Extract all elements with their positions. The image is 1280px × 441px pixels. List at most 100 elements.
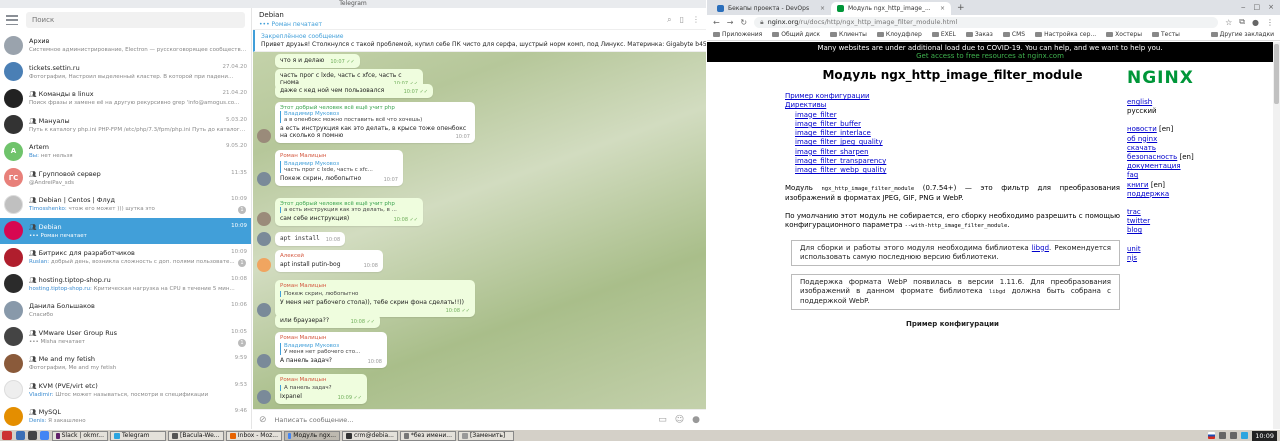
taskbar-window-button[interactable]: Inbox - Moz... [226,430,282,441]
chat-header[interactable]: Debian ••• Роман печатает ⌕ ▯ ⋮ [253,8,706,30]
avatar[interactable] [257,390,271,404]
docs-link[interactable]: документация [1127,162,1181,170]
telegram-tray-icon[interactable] [1241,432,1249,439]
taskbar-window-button[interactable]: [Заменить] [458,430,514,441]
search-input[interactable] [26,12,245,28]
chat-list-item[interactable]: A Artem 9.05.20 Вы: нет нельзя [0,138,251,165]
support-link[interactable]: поддержка [1127,190,1169,198]
reply-preview[interactable]: Владимир Муковоз часть прог с lxde, часть… [280,161,398,173]
chat-list-item[interactable]: Архив Системное администрирование, Electr… [0,32,251,59]
toc-directive-link[interactable]: image_filter_buffer [795,120,1120,129]
bookmark-item[interactable]: CMS [1002,31,1025,38]
message-bubble[interactable]: Роман Малицын А панель задач? Ixpanel 10:09… [275,374,367,404]
chat-list-item[interactable]: 👥︎ MySQL 9:46 Denis: Я закашлено [0,403,251,429]
toc-directive-link[interactable]: image_filter_transparency [795,157,1120,166]
nginx-logo[interactable]: NGINX [1127,68,1267,88]
libgd-link[interactable]: libgd [1032,244,1049,252]
message-bubble[interactable]: даже с кед ной чем пользовался 10:07 ✓✓ [275,84,433,98]
taskbar-window-button[interactable]: [Bacula-We... [168,430,224,441]
toc-example-link[interactable]: Пример конфигурации [785,92,1120,101]
emoji-icon[interactable]: ☺ [675,415,684,425]
chat-list-item[interactable]: 👥︎ Битрикс для разработчиков 10:09 Ruslan: … [0,244,251,271]
bookmark-item[interactable]: EXEL [931,31,956,38]
chat-list-item[interactable]: ГС 👥︎ Групповой сервер 11:35 @AndreiPav_sds [0,165,251,192]
reply-preview[interactable]: А панель задач? [280,385,362,391]
unit-link[interactable]: unit [1127,245,1141,253]
chat-list-item[interactable]: 👥︎ hosting.tiptop-shop.ru 10:08 hosting.tip… [0,271,251,298]
toc-directives-link[interactable]: Директивы [785,101,1120,110]
taskbar-window-button[interactable]: Slack | okmr... [52,430,108,441]
back-icon[interactable]: ← [713,18,720,27]
pinned-message[interactable]: Закреплённое сообщение Привет друзья! Ст… [253,30,706,52]
page-scrollbar[interactable] [1273,42,1280,429]
chat-list-item[interactable]: 👥︎ Команды в linux 21.04.20 Поиск фразы и з… [0,85,251,112]
toc-directive-link[interactable]: image_filter_interlace [795,129,1120,138]
reply-preview[interactable]: Владимир Муковоз а в опенбокс можно поста… [280,111,470,123]
news-link[interactable]: новости [1127,125,1157,133]
message-input[interactable] [274,415,651,424]
attach-icon[interactable]: ⊘ [259,415,267,425]
chat-list-item[interactable]: 👥︎ KVM (PVE/virt etc) 9:53 Vladimir: Штос м… [0,377,251,404]
keyboard-layout-icon[interactable] [1208,432,1216,439]
microphone-icon[interactable]: ● [692,415,700,425]
bookmark-item[interactable]: Клиенты [830,31,867,38]
message-bubble[interactable]: Алексей apt install putin-bog 10:08 [275,250,383,272]
sidebar-toggle-icon[interactable]: ▯ [680,15,684,25]
start-menu-icon[interactable] [2,431,12,440]
chat-list-item[interactable]: 👥︎ Debian 10:09 ••• Роман печатает [0,217,251,244]
forward-icon[interactable]: → [727,18,734,27]
maximize-icon[interactable]: □ [1254,3,1261,11]
covid-link[interactable]: Get access to free resources at nginx.co… [916,52,1064,60]
avatar[interactable] [257,129,271,143]
browser-launcher-icon[interactable] [40,431,49,440]
chat-list-item[interactable]: 👥︎ Me and my fetish 9:59 Фотография, Me and… [0,350,251,377]
chat-list-item[interactable]: Данила Большаков 10:06 Спасибо [0,297,251,324]
bookmark-item[interactable]: Тесты [1151,31,1180,38]
menu-icon[interactable] [6,15,18,25]
lock-icon[interactable]: 🔒︎ [760,18,763,27]
message-bubble[interactable]: Роман Малицын Покеж скрин, любопытно У мен… [275,280,475,317]
extensions-icon[interactable]: ⧉ [1239,17,1245,27]
bookmark-item[interactable]: Общий диск [772,31,820,38]
close-icon[interactable]: × [1268,3,1274,11]
chat-list-item[interactable]: tickets.settin.ru 27.04.20 Фотография, Нас… [0,59,251,86]
taskbar-window-button[interactable]: crm@debia... [342,430,398,441]
bookmark-item[interactable]: Приложения [713,31,762,38]
reply-preview[interactable]: а есть инструкция как это делать, в ... [280,207,418,213]
trac-link[interactable]: trac [1127,208,1141,216]
message-bubble[interactable]: Роман Малицын Владимир Муковоз часть прог … [275,150,403,186]
tab-close-icon[interactable]: × [940,5,945,12]
message-bubble[interactable]: что я и делаю 10:07 ✓✓ [275,54,360,68]
about-link[interactable]: об nginx [1127,135,1157,143]
message-bubble[interactable]: Роман Малицын Владимир Муковоз У меня нет … [275,332,387,368]
avatar[interactable] [257,212,271,226]
faq-link[interactable]: faq [1127,171,1138,179]
avatar[interactable] [257,172,271,186]
star-icon[interactable]: ☆ [1225,18,1232,27]
chat-list-item[interactable]: 👥︎ Мануалы 5.03.20 Путь к каталогу php.ini … [0,112,251,139]
message-bubble[interactable]: Этот добрый человек всё ещё учит php Влад… [275,102,475,143]
browser-tab[interactable]: Бекапы проекта - DevOps × [711,2,831,15]
download-link[interactable]: скачать [1127,144,1156,152]
bookmark-item[interactable]: Хостеры [1106,31,1142,38]
bookmark-item[interactable]: Заказ [965,31,993,38]
more-icon[interactable]: ⋮ [692,15,700,25]
terminal-launcher-icon[interactable] [28,431,37,440]
books-link[interactable]: книги [1127,181,1149,189]
file-manager-launcher-icon[interactable] [16,431,25,440]
message-bubble[interactable]: или браузера?? 10:08 ✓✓ [275,314,380,328]
taskbar-window-button[interactable]: Модуль ngx... [284,430,340,441]
volume-icon[interactable] [1230,432,1238,439]
taskbar-window-button[interactable]: *без имени... [400,430,456,441]
message-bubble[interactable]: apt install 10:08 [275,232,346,246]
njs-link[interactable]: njs [1127,254,1137,262]
reply-preview[interactable]: Покеж скрин, любопытно [280,291,470,297]
network-icon[interactable] [1219,432,1227,439]
commands-icon[interactable]: ▭ [658,415,667,425]
menu-icon[interactable]: ⋮ [1266,18,1274,27]
chat-list-item[interactable]: 👥︎ Debian | Centos | Флуд 10:09 Timosshenko… [0,191,251,218]
minimize-icon[interactable]: ‒ [1241,3,1245,11]
other-bookmarks[interactable]: Другие закладки [1210,31,1274,38]
search-icon[interactable]: ⌕ [667,15,671,25]
lang-english-link[interactable]: english [1127,98,1152,106]
